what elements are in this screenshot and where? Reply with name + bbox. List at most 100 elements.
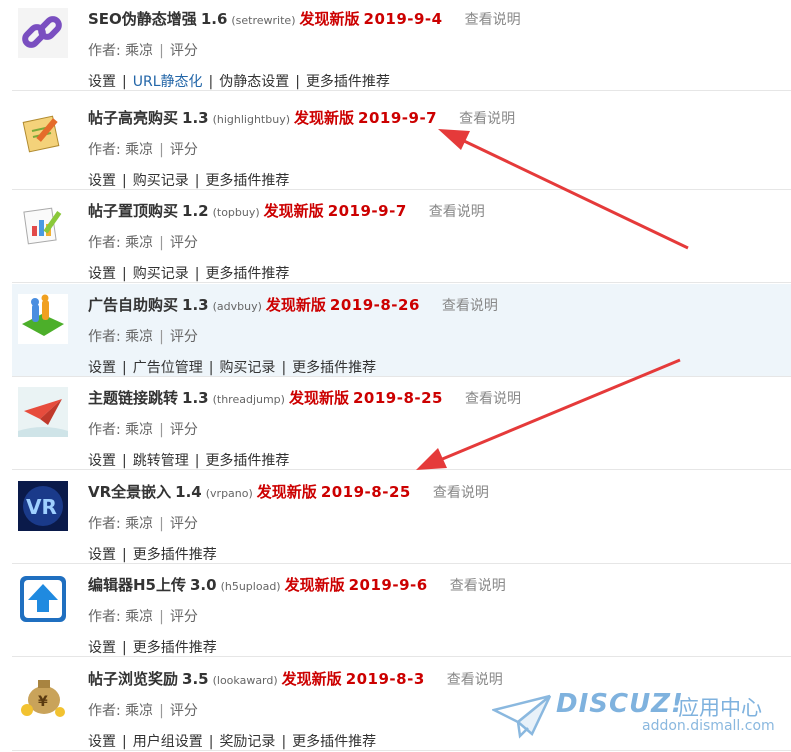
new-version-label[interactable]: 发现新版 xyxy=(282,670,342,688)
plugin-row: 广告自助购买 1.3 (advbuy) 发现新版 2019-8-26 查看说明 作者: 乘凉… xyxy=(12,284,791,377)
new-version-date[interactable]: 2019-8-25 xyxy=(353,389,443,407)
plugin-action-link[interactable]: 设置 xyxy=(88,173,116,189)
rate-link[interactable]: 评分 xyxy=(170,609,198,625)
plugin-version: 1.4 xyxy=(175,483,202,501)
plugin-action-link[interactable]: 购买记录 xyxy=(219,360,275,376)
separator: | xyxy=(159,516,164,532)
plugin-action-link[interactable]: 设置 xyxy=(88,453,116,469)
plugin-links: 设置 | URL静态化 | 伪静态设置 | 更多插件推荐 xyxy=(88,71,390,91)
author-prefix: 作者: xyxy=(88,142,121,158)
plugin-action-link[interactable]: 更多插件推荐 xyxy=(205,173,289,189)
new-version-label[interactable]: 发现新版 xyxy=(300,10,360,28)
author-prefix: 作者: xyxy=(88,609,121,625)
author-name: 乘凉 xyxy=(125,43,154,59)
plugin-version: 3.5 xyxy=(182,670,209,688)
separator: | xyxy=(194,453,200,469)
plugin-identifier: (lookaward) xyxy=(212,674,278,687)
plugin-action-link[interactable]: 更多插件推荐 xyxy=(133,547,217,563)
plugin-action-link[interactable]: 更多插件推荐 xyxy=(292,360,376,376)
plugin-title-line: 广告自助购买 1.3 (advbuy) 发现新版 2019-8-26 查看说明 xyxy=(88,294,498,315)
new-version-date[interactable]: 2019-9-7 xyxy=(328,202,407,220)
plugin-action-link[interactable]: 设置 xyxy=(88,266,116,282)
plugin-links: 设置 | 跳转管理 | 更多插件推荐 xyxy=(88,450,289,470)
readme-link[interactable]: 查看说明 xyxy=(459,111,515,127)
plugin-title-line: 主题链接跳转 1.3 (threadjump) 发现新版 2019-8-25 查看说明 xyxy=(88,387,521,408)
plugin-action-link[interactable]: 更多插件推荐 xyxy=(205,266,289,282)
plugin-action-link[interactable]: 设置 xyxy=(88,360,116,376)
author-prefix: 作者: xyxy=(88,235,121,251)
author-prefix: 作者: xyxy=(88,329,121,345)
rate-link[interactable]: 评分 xyxy=(170,422,198,438)
new-version-label[interactable]: 发现新版 xyxy=(266,296,326,314)
new-version-date[interactable]: 2019-8-26 xyxy=(330,296,420,314)
plugin-action-link[interactable]: 更多插件推荐 xyxy=(133,640,217,656)
plugin-identifier: (h5upload) xyxy=(220,580,281,593)
rate-link[interactable]: 评分 xyxy=(170,43,198,59)
watermark-url: addon.dismall.com xyxy=(642,718,775,734)
author-name: 乘凉 xyxy=(125,609,154,625)
author-prefix: 作者: xyxy=(88,422,121,438)
plugin-version: 1.3 xyxy=(182,389,209,407)
readme-link[interactable]: 查看说明 xyxy=(429,204,485,220)
plugin-action-link[interactable]: 伪静态设置 xyxy=(219,74,289,90)
plugin-action-link[interactable]: 购买记录 xyxy=(133,173,189,189)
separator: | xyxy=(159,422,164,438)
readme-link[interactable]: 查看说明 xyxy=(442,298,498,314)
plugin-version: 1.2 xyxy=(182,202,209,220)
author-name: 乘凉 xyxy=(125,142,154,158)
plugin-action-link[interactable]: 奖励记录 xyxy=(219,734,275,750)
separator: | xyxy=(281,360,287,376)
new-version-label[interactable]: 发现新版 xyxy=(289,389,349,407)
plugin-links: 设置 | 用户组设置 | 奖励记录 | 更多插件推荐 xyxy=(88,731,376,751)
new-version-label[interactable]: 发现新版 xyxy=(264,202,324,220)
new-version-label[interactable]: 发现新版 xyxy=(285,576,345,594)
plugin-name: 编辑器H5上传 xyxy=(88,576,186,594)
new-version-label[interactable]: 发现新版 xyxy=(257,483,317,501)
new-version-date[interactable]: 2019-8-25 xyxy=(321,483,411,501)
separator: | xyxy=(281,734,287,750)
new-version-date[interactable]: 2019-9-6 xyxy=(349,576,428,594)
rate-link[interactable]: 评分 xyxy=(170,235,198,251)
readme-link[interactable]: 查看说明 xyxy=(450,578,506,594)
plugin-row: 编辑器H5上传 3.0 (h5upload) 发现新版 2019-9-6 查看说明 作者: … xyxy=(12,564,791,657)
plugin-row: 主题链接跳转 1.3 (threadjump) 发现新版 2019-8-25 查看说明 作者… xyxy=(12,377,791,470)
rate-link[interactable]: 评分 xyxy=(170,142,198,158)
separator: | xyxy=(122,266,127,282)
plugin-action-link[interactable]: 购买记录 xyxy=(133,266,189,282)
plugin-title-line: 帖子浏览奖励 3.5 (lookaward) 发现新版 2019-8-3 查看说明 xyxy=(88,668,503,689)
plugin-title-line: 编辑器H5上传 3.0 (h5upload) 发现新版 2019-9-6 查看说明 xyxy=(88,574,506,595)
separator: | xyxy=(122,734,127,750)
plugin-action-link[interactable]: 广告位管理 xyxy=(133,360,203,376)
new-version-date[interactable]: 2019-8-3 xyxy=(346,670,425,688)
readme-link[interactable]: 查看说明 xyxy=(465,12,521,28)
paper-plane-icon xyxy=(18,387,68,437)
rate-link[interactable]: 评分 xyxy=(170,703,198,719)
new-version-date[interactable]: 2019-9-7 xyxy=(358,109,437,127)
new-version-label[interactable]: 发现新版 xyxy=(294,109,354,127)
rate-link[interactable]: 评分 xyxy=(170,516,198,532)
money-bag-icon: ¥ xyxy=(18,668,68,718)
plugin-action-link[interactable]: 跳转管理 xyxy=(133,453,189,469)
plugin-action-link[interactable]: 设置 xyxy=(88,640,116,656)
plugin-version: 3.0 xyxy=(190,576,217,594)
people-board-icon xyxy=(18,294,68,344)
plugin-action-link[interactable]: 更多插件推荐 xyxy=(306,74,390,90)
readme-link[interactable]: 查看说明 xyxy=(465,391,521,407)
plugin-action-link[interactable]: 设置 xyxy=(88,734,116,750)
plugin-action-link[interactable]: URL静态化 xyxy=(133,74,203,90)
plugin-meta: 作者: 乘凉 | 评分 xyxy=(88,139,198,159)
rate-link[interactable]: 评分 xyxy=(170,329,198,345)
plugin-identifier: (advbuy) xyxy=(212,300,262,313)
plugin-action-link[interactable]: 设置 xyxy=(88,74,116,90)
plugin-action-link[interactable]: 更多插件推荐 xyxy=(205,453,289,469)
plugin-action-link[interactable]: 设置 xyxy=(88,547,116,563)
readme-link[interactable]: 查看说明 xyxy=(447,672,503,688)
readme-link[interactable]: 查看说明 xyxy=(433,485,489,501)
plugin-action-link[interactable]: 用户组设置 xyxy=(133,734,203,750)
author-prefix: 作者: xyxy=(88,43,121,59)
plugin-meta: 作者: 乘凉 | 评分 xyxy=(88,700,198,720)
plugin-identifier: (highlightbuy) xyxy=(212,113,291,126)
new-version-date[interactable]: 2019-9-4 xyxy=(364,10,443,28)
plugin-action-link[interactable]: 更多插件推荐 xyxy=(292,734,376,750)
separator: | xyxy=(122,640,127,656)
